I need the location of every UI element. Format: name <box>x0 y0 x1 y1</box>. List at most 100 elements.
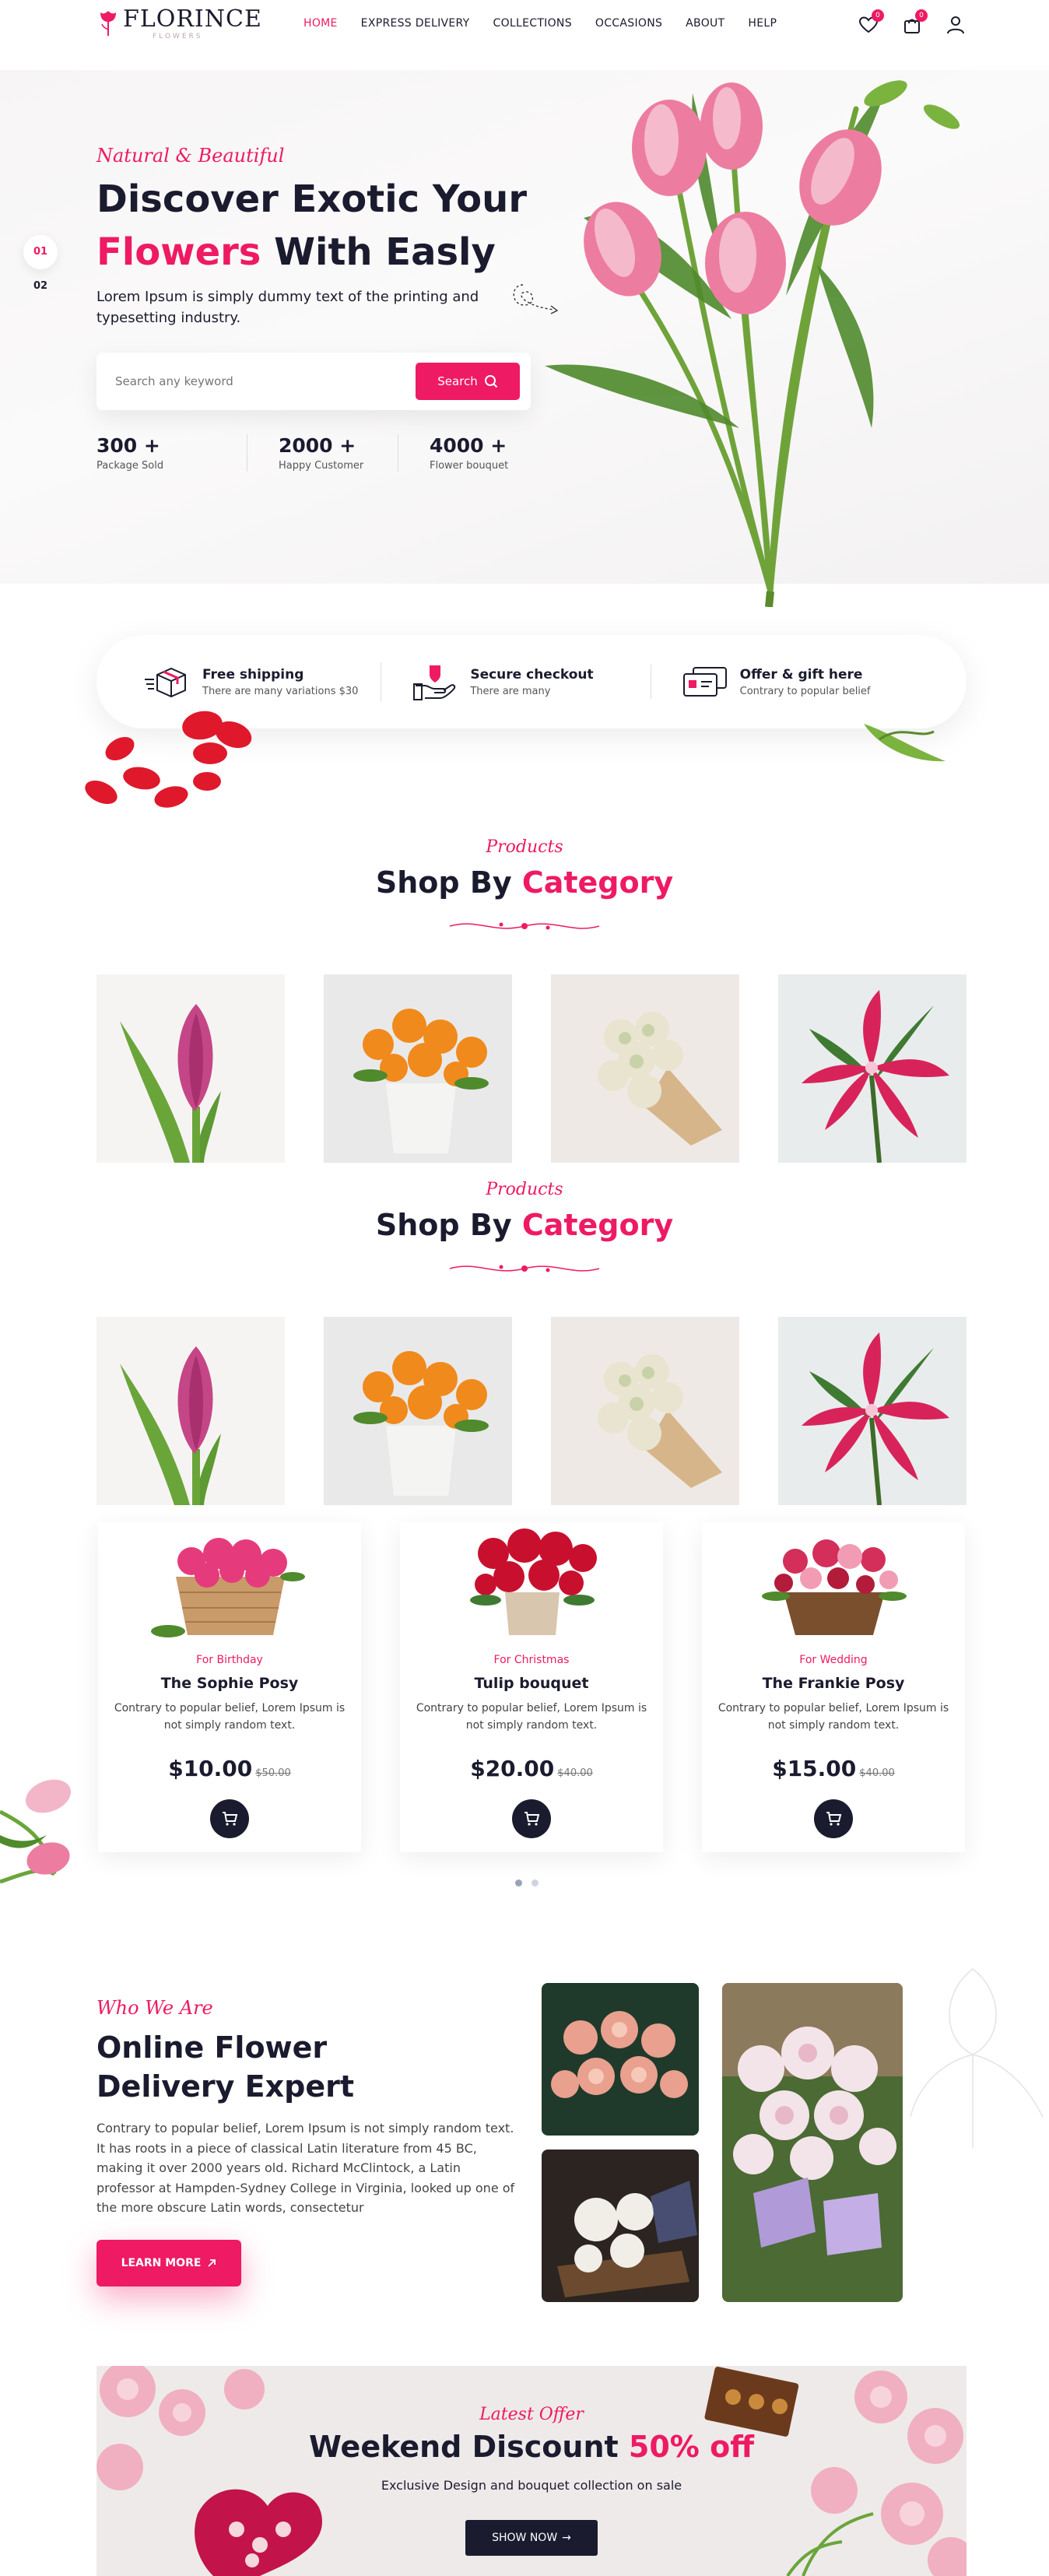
gift-card-icon <box>682 667 727 697</box>
account-button[interactable] <box>945 14 967 36</box>
hero-title-accent: Flowers <box>96 230 261 274</box>
nav-home[interactable]: HOME <box>303 17 338 30</box>
feature-title: Secure checkout <box>470 666 594 683</box>
rose-petals-decoration <box>85 711 252 808</box>
offer-title-accent: 50% off <box>628 2430 754 2464</box>
product-carousel: For Birthday The Sophie Posy Contrary to… <box>98 1522 965 1852</box>
logo-title: FLORINCE <box>123 5 262 33</box>
add-to-cart-button[interactable] <box>210 1799 249 1838</box>
add-to-cart-button[interactable] <box>512 1799 551 1838</box>
wishlist-count-badge: 0 <box>872 9 884 22</box>
learn-more-label: LEARN MORE <box>121 2257 202 2269</box>
nav-occasions[interactable]: OCCASIONS <box>595 17 662 30</box>
category-card-lily-pot[interactable] <box>324 974 512 1163</box>
secure-hand-icon <box>413 665 456 700</box>
offer-title: Weekend Discount 50% off <box>96 2430 967 2464</box>
orange-lily-pot-image <box>324 1317 512 1505</box>
header-actions: 0 0 <box>858 9 967 36</box>
search-icon <box>484 375 497 388</box>
search-button-label: Search <box>437 374 478 388</box>
logo-subtitle: FLOWERS <box>153 33 203 40</box>
stat-label: Package Sold <box>96 460 164 472</box>
product-price: $20.00 $40.00 <box>400 1756 663 1781</box>
nav-about[interactable]: ABOUT <box>686 17 724 30</box>
category-title-accent: Category <box>521 1208 674 1242</box>
product-card[interactable]: For Wedding The Frankie Posy Contrary to… <box>702 1522 965 1852</box>
hero-title: Discover Exotic Your Flowers With Easly <box>96 173 527 279</box>
shop-now-label: SHOW NOW <box>492 2532 558 2544</box>
product-card[interactable]: For Christmas Tulip bouquet Contrary to … <box>400 1522 663 1852</box>
rose-basket-image <box>151 1538 305 1637</box>
category-kicker: Products <box>486 837 563 857</box>
stat-value: 300 + <box>96 434 160 457</box>
learn-more-button[interactable]: LEARN MORE <box>96 2240 241 2286</box>
product-category: For Wedding <box>799 1654 868 1666</box>
hero-kicker: Natural & Beautiful <box>96 145 285 167</box>
hero-tulip-bouquet-image <box>545 80 960 607</box>
category-card-lily-pot[interactable] <box>324 1317 512 1505</box>
price-old: $50.00 <box>255 1767 291 1779</box>
pink-lily-image <box>778 1317 967 1505</box>
nav-express-delivery[interactable]: EXPRESS DELIVERY <box>361 17 470 30</box>
mixed-flower-basket-image <box>762 1539 907 1635</box>
shop-now-button[interactable]: SHOW NOW → <box>465 2520 598 2556</box>
carousel-dot-active[interactable] <box>515 1879 522 1886</box>
feature-title: Offer & gift here <box>739 666 863 683</box>
cart-icon <box>524 1812 540 1826</box>
product-category: For Birthday <box>196 1654 263 1666</box>
gallery-image-bouquet-gifts <box>722 1983 903 2302</box>
product-name[interactable]: The Sophie Posy <box>98 1675 361 1692</box>
stat-item: 300 + Package Sold <box>96 434 247 472</box>
category-grid <box>96 1317 967 1505</box>
category-title-accent: Category <box>521 865 674 900</box>
category-title: Shop By Category <box>0 865 1049 900</box>
leaf-decoration <box>864 724 946 762</box>
pink-tulip-image <box>96 1317 285 1505</box>
logo[interactable]: FLORINCE FLOWERS <box>96 8 262 40</box>
category-card-tulip[interactable] <box>96 974 285 1163</box>
product-name[interactable]: Tulip bouquet <box>400 1675 663 1692</box>
search-button[interactable]: Search <box>416 363 520 400</box>
search-input[interactable] <box>115 370 395 393</box>
product-name[interactable]: The Frankie Posy <box>702 1675 965 1692</box>
wishlist-button[interactable]: 0 <box>858 9 884 36</box>
white-roses-book-image <box>542 2150 699 2302</box>
cart-button[interactable]: 0 <box>901 9 928 36</box>
category-card-white-bouquet[interactable] <box>551 974 739 1163</box>
stat-value: 2000 + <box>279 434 356 457</box>
pink-lily-image <box>778 974 967 1163</box>
hero-title-rest: With Easly <box>261 230 496 274</box>
add-to-cart-button[interactable] <box>814 1799 853 1838</box>
price-current: $20.00 <box>470 1756 555 1781</box>
gallery-image-white-roses <box>542 2150 699 2302</box>
slide-dot-active[interactable]: 01 <box>23 235 58 269</box>
category-card-lily[interactable] <box>778 974 967 1163</box>
offer-flowers-right-image <box>704 2367 967 2576</box>
category-title-main: Shop By <box>375 865 522 900</box>
carousel-dot[interactable] <box>532 1879 539 1886</box>
stat-label: Happy Customer <box>279 460 364 472</box>
slide-dot[interactable]: 02 <box>23 269 58 304</box>
stat-value: 4000 + <box>430 434 507 457</box>
category-card-tulip[interactable] <box>96 1317 285 1505</box>
nav-help[interactable]: HELP <box>748 17 777 30</box>
about-title: Online Flower Delivery Expert <box>96 2028 354 2106</box>
product-card[interactable]: For Birthday The Sophie Posy Contrary to… <box>98 1522 361 1852</box>
feature-item: Free shipping There are many variations … <box>143 664 381 700</box>
hero-search-box: Search <box>96 353 531 410</box>
hero-description: Lorem Ipsum is simply dummy text of the … <box>96 289 479 326</box>
offer-banner: Latest Offer Weekend Discount 50% off Ex… <box>96 2366 967 2576</box>
about-title-line2: Delivery Expert <box>96 2069 354 2104</box>
pink-tulip-image <box>96 974 285 1163</box>
stat-label: Flower bouquet <box>430 460 509 472</box>
gallery-image-roses <box>542 1983 699 2136</box>
about-kicker: Who We Are <box>96 1997 213 2019</box>
category-card-lily[interactable] <box>778 1317 967 1505</box>
category-title-main: Shop By <box>375 1208 522 1242</box>
nav-collections[interactable]: COLLECTIONS <box>493 17 572 30</box>
feature-title: Free shipping <box>202 666 304 683</box>
price-old: $40.00 <box>557 1767 593 1779</box>
feature-item: Offer & gift here Contrary to popular be… <box>650 665 920 699</box>
category-card-white-bouquet[interactable] <box>551 1317 739 1505</box>
product-description: Contrary to popular belief, Lorem Ipsum … <box>717 1702 949 1732</box>
